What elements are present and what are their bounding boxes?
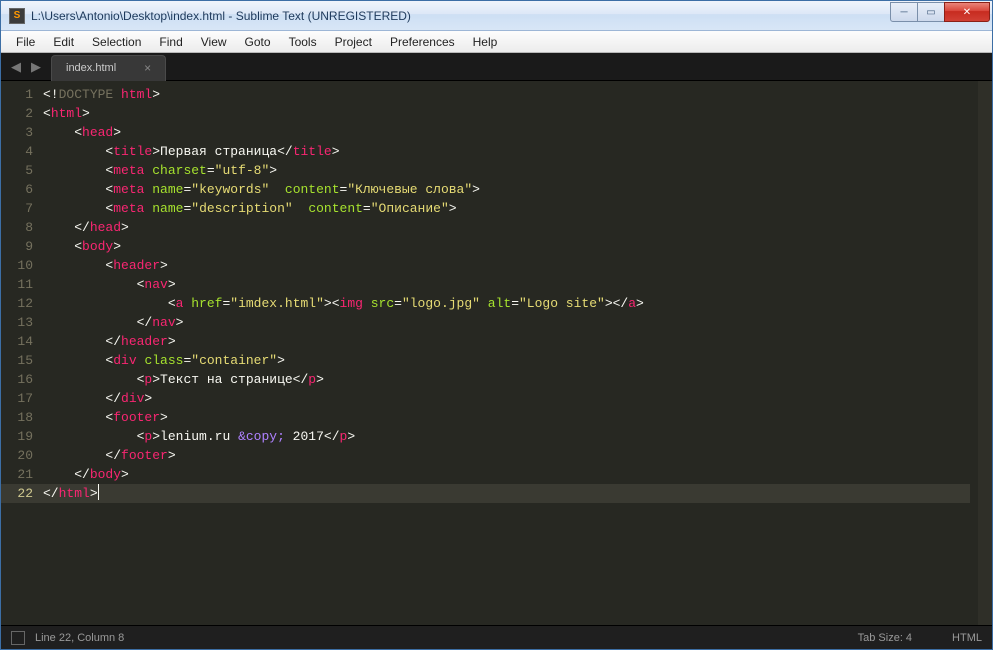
text-cursor xyxy=(98,484,99,500)
status-cursor-position: Line 22, Column 8 xyxy=(35,632,858,644)
minimap[interactable]: <!DOCTYPE html><html> <head> <title>Перв… xyxy=(908,85,988,621)
line-number[interactable]: 9 xyxy=(1,237,43,256)
code-line[interactable]: <head> xyxy=(43,123,970,142)
code-line[interactable]: <nav> xyxy=(43,275,970,294)
line-number[interactable]: 6 xyxy=(1,180,43,199)
nav-arrows: ◀ ▶ xyxy=(1,57,51,77)
menu-file[interactable]: File xyxy=(7,32,44,52)
code-line[interactable]: <p>Текст на странице</p> xyxy=(43,370,970,389)
code-line[interactable]: </nav> xyxy=(43,313,970,332)
titlebar[interactable]: S L:\Users\Antonio\Desktop\index.html - … xyxy=(1,1,992,31)
code-line[interactable]: </footer> xyxy=(43,446,970,465)
tab-close-icon[interactable]: × xyxy=(144,61,151,75)
status-panel-icon[interactable] xyxy=(11,631,25,645)
code-line[interactable]: <footer> xyxy=(43,408,970,427)
vertical-scrollbar[interactable] xyxy=(978,81,992,625)
status-syntax[interactable]: HTML xyxy=(952,632,982,644)
code-line[interactable]: <div class="container"> xyxy=(43,351,970,370)
app-icon: S xyxy=(9,8,25,24)
line-number[interactable]: 19 xyxy=(1,427,43,446)
line-number[interactable]: 14 xyxy=(1,332,43,351)
line-number[interactable]: 2 xyxy=(1,104,43,123)
code-line[interactable]: <!DOCTYPE html> xyxy=(43,85,970,104)
code-line[interactable]: <meta charset="utf-8"> xyxy=(43,161,970,180)
line-number[interactable]: 3 xyxy=(1,123,43,142)
line-number[interactable]: 4 xyxy=(1,142,43,161)
code-line[interactable]: <a href="imdex.html"><img src="logo.jpg"… xyxy=(43,294,970,313)
line-number[interactable]: 10 xyxy=(1,256,43,275)
code-line[interactable]: </div> xyxy=(43,389,970,408)
line-number[interactable]: 17 xyxy=(1,389,43,408)
line-number[interactable]: 21 xyxy=(1,465,43,484)
line-number[interactable]: 16 xyxy=(1,370,43,389)
tab-index-html[interactable]: index.html × xyxy=(51,55,166,81)
window-controls: ─ ▭ ✕ xyxy=(891,2,990,22)
code-line[interactable]: <title>Первая страница</title> xyxy=(43,142,970,161)
line-number[interactable]: 22 xyxy=(1,484,43,503)
status-tab-size[interactable]: Tab Size: 4 xyxy=(858,632,912,644)
line-number[interactable]: 18 xyxy=(1,408,43,427)
menu-goto[interactable]: Goto xyxy=(236,32,280,52)
statusbar: Line 22, Column 8 Tab Size: 4 HTML xyxy=(1,625,992,649)
line-number[interactable]: 15 xyxy=(1,351,43,370)
line-number[interactable]: 13 xyxy=(1,313,43,332)
line-number[interactable]: 11 xyxy=(1,275,43,294)
menu-preferences[interactable]: Preferences xyxy=(381,32,464,52)
line-gutter: 12345678910111213141516171819202122 xyxy=(1,81,43,625)
menu-find[interactable]: Find xyxy=(150,32,191,52)
editor-chrome: ◀ ▶ index.html × 12345678910111213141516… xyxy=(1,53,992,649)
app-window: S L:\Users\Antonio\Desktop\index.html - … xyxy=(0,0,993,650)
code-line[interactable]: </header> xyxy=(43,332,970,351)
code-line[interactable]: <html> xyxy=(43,104,970,123)
menu-project[interactable]: Project xyxy=(326,32,381,52)
menu-tools[interactable]: Tools xyxy=(280,32,326,52)
code-view[interactable]: <!DOCTYPE html><html> <head> <title>Перв… xyxy=(43,81,970,625)
line-number[interactable]: 20 xyxy=(1,446,43,465)
code-line[interactable]: <meta name="keywords" content="Ключевые … xyxy=(43,180,970,199)
nav-back-icon[interactable]: ◀ xyxy=(7,57,25,77)
menu-help[interactable]: Help xyxy=(464,32,507,52)
editor-area[interactable]: 12345678910111213141516171819202122 <!DO… xyxy=(1,81,992,625)
menubar: FileEditSelectionFindViewGotoToolsProjec… xyxy=(1,31,992,53)
menu-edit[interactable]: Edit xyxy=(44,32,83,52)
code-line[interactable]: </html> xyxy=(43,484,970,503)
menu-selection[interactable]: Selection xyxy=(83,32,150,52)
maximize-button[interactable]: ▭ xyxy=(917,2,945,22)
window-title: L:\Users\Antonio\Desktop\index.html - Su… xyxy=(31,9,891,23)
line-number[interactable]: 8 xyxy=(1,218,43,237)
menu-view[interactable]: View xyxy=(192,32,236,52)
line-number[interactable]: 5 xyxy=(1,161,43,180)
tabbar: ◀ ▶ index.html × xyxy=(1,53,992,81)
code-line[interactable]: <header> xyxy=(43,256,970,275)
line-number[interactable]: 7 xyxy=(1,199,43,218)
code-line[interactable]: <meta name="description" content="Описан… xyxy=(43,199,970,218)
line-number[interactable]: 12 xyxy=(1,294,43,313)
line-number[interactable]: 1 xyxy=(1,85,43,104)
code-line[interactable]: <body> xyxy=(43,237,970,256)
code-line[interactable]: </head> xyxy=(43,218,970,237)
code-line[interactable]: <p>lenium.ru &copy; 2017</p> xyxy=(43,427,970,446)
tab-label: index.html xyxy=(66,62,116,74)
minimize-button[interactable]: ─ xyxy=(890,2,918,22)
nav-forward-icon[interactable]: ▶ xyxy=(27,57,45,77)
close-button[interactable]: ✕ xyxy=(944,2,990,22)
code-line[interactable]: </body> xyxy=(43,465,970,484)
